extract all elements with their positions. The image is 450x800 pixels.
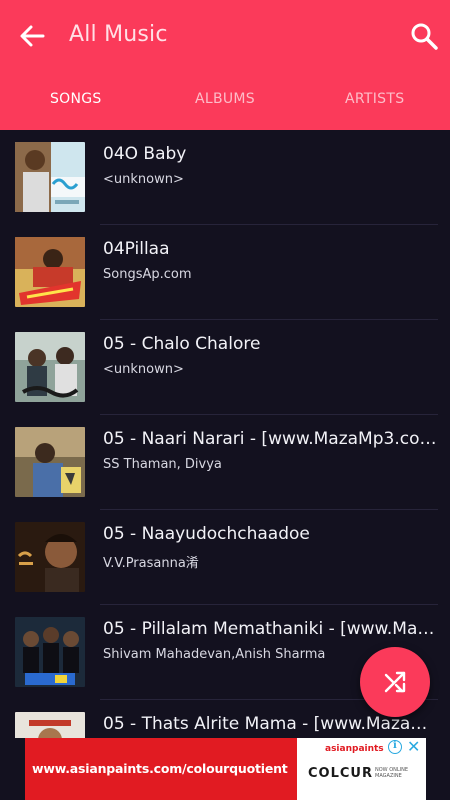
ad-url: www.asianpaints.com/colourquotient bbox=[32, 761, 288, 776]
song-title: 05 - Pillalam Memathaniki - [www.MazaMp3… bbox=[103, 619, 438, 639]
song-artist: SS Thaman, Divya bbox=[103, 457, 222, 472]
song-artist: SongsAp.com bbox=[103, 267, 192, 282]
song-row[interactable]: 04O Baby <unknown> bbox=[0, 130, 450, 225]
album-art bbox=[15, 142, 85, 212]
shuffle-icon bbox=[384, 671, 406, 693]
tab-albums[interactable]: ALBUMS bbox=[195, 91, 255, 107]
song-title: 05 - Thats Alrite Mama - [www.MazaMp3.co… bbox=[103, 714, 438, 734]
ad-brand: asianpaints bbox=[325, 744, 384, 754]
song-title: 04O Baby bbox=[103, 144, 187, 164]
tab-songs[interactable]: SONGS bbox=[50, 91, 102, 107]
ad-red-panel: www.asianpaints.com/colourquotient bbox=[25, 738, 297, 800]
song-row[interactable]: 05 - Naari Narari - [www.MazaMp3.com] SS… bbox=[0, 415, 450, 510]
album-art bbox=[15, 617, 85, 687]
ad-subtext: NOW ONLINE MAGAZINE bbox=[375, 767, 409, 779]
song-row[interactable]: 05 - Chalo Chalore <unknown> bbox=[0, 320, 450, 415]
album-art bbox=[15, 332, 85, 402]
tab-bar: SONGS ALBUMS ARTISTS bbox=[0, 76, 450, 130]
song-title: 05 - Naayudochchaadoe bbox=[103, 524, 310, 544]
ad-info-icon[interactable] bbox=[388, 740, 402, 754]
search-icon[interactable] bbox=[408, 20, 440, 52]
tab-artists[interactable]: ARTISTS bbox=[345, 91, 404, 107]
shuffle-button[interactable] bbox=[360, 647, 430, 717]
song-title: 05 - Naari Narari - [www.MazaMp3.com] bbox=[103, 429, 438, 449]
album-art bbox=[15, 427, 85, 497]
song-title: 04Pillaa bbox=[103, 239, 170, 259]
song-row[interactable]: 04Pillaa SongsAp.com bbox=[0, 225, 450, 320]
ad-close-icon[interactable]: ✕ bbox=[407, 738, 420, 756]
page-title: All Music bbox=[69, 22, 168, 47]
back-arrow-icon[interactable] bbox=[16, 20, 48, 52]
song-artist: <unknown> bbox=[103, 172, 184, 187]
ad-banner[interactable]: www.asianpaints.com/colourquotient asian… bbox=[25, 738, 426, 800]
album-art bbox=[15, 237, 85, 307]
song-artist: <unknown> bbox=[103, 362, 184, 377]
ad-logo-word: COLCUR bbox=[308, 766, 373, 781]
song-row[interactable]: 05 - Naayudochchaadoe V.V.Prasanna淆 bbox=[0, 510, 450, 605]
song-artist: V.V.Prasanna淆 bbox=[103, 556, 199, 571]
album-art bbox=[15, 522, 85, 592]
album-art bbox=[15, 712, 85, 738]
app-bar: All Music SONGS ALBUMS ARTISTS bbox=[0, 0, 450, 130]
song-title: 05 - Chalo Chalore bbox=[103, 334, 261, 354]
song-list[interactable]: 04O Baby <unknown> 04Pillaa SongsAp.com bbox=[0, 130, 450, 738]
